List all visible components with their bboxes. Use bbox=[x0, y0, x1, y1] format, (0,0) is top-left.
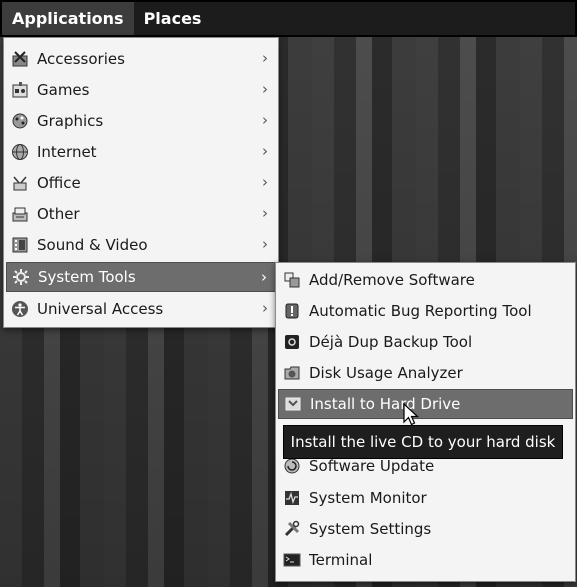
menu-item-label: System Monitor bbox=[309, 489, 427, 507]
menu-item-label: Graphics bbox=[37, 112, 104, 130]
universal-access-icon bbox=[11, 300, 29, 318]
menu-item-system-monitor[interactable]: System Monitor bbox=[278, 483, 573, 513]
menu-item-label: System Settings bbox=[309, 520, 432, 538]
menu-item-label: Déjà Dup Backup Tool bbox=[309, 333, 473, 351]
menu-item-sound-video[interactable]: Sound & Video › bbox=[6, 230, 276, 260]
menu-item-label: Disk Usage Analyzer bbox=[309, 364, 463, 382]
menu-item-label: Universal Access bbox=[37, 300, 164, 318]
mouse-pointer-icon bbox=[403, 402, 421, 427]
menu-item-label: Install to Hard Drive bbox=[310, 395, 461, 413]
menu-item-bug-reporting[interactable]: Automatic Bug Reporting Tool bbox=[278, 296, 573, 326]
office-icon bbox=[11, 174, 29, 192]
menu-item-install-to-hard-drive[interactable]: Install to Hard Drive bbox=[278, 389, 573, 419]
menu-item-other[interactable]: Other › bbox=[6, 199, 276, 229]
menu-item-label: Games bbox=[37, 81, 90, 99]
menu-item-internet[interactable]: Internet › bbox=[6, 137, 276, 167]
submenu-arrow-icon: › bbox=[262, 173, 268, 191]
menu-item-label: System Tools bbox=[38, 268, 136, 286]
menu-item-add-remove-software[interactable]: Add/Remove Software bbox=[278, 265, 573, 295]
internet-icon bbox=[11, 143, 29, 161]
backup-icon bbox=[283, 333, 301, 351]
bug-reporting-icon bbox=[283, 302, 301, 320]
menu-item-graphics[interactable]: Graphics › bbox=[6, 106, 276, 136]
system-tools-icon bbox=[12, 268, 30, 286]
submenu-arrow-icon: › bbox=[261, 268, 267, 286]
submenu-arrow-icon: › bbox=[262, 80, 268, 98]
software-update-icon bbox=[283, 457, 301, 475]
menu-item-label: Sound & Video bbox=[37, 236, 148, 254]
system-monitor-icon bbox=[283, 489, 301, 507]
terminal-icon bbox=[283, 551, 301, 569]
applications-menu: Accessories › Games › Graphics › Interne… bbox=[3, 37, 279, 328]
menu-item-backup[interactable]: Déjà Dup Backup Tool bbox=[278, 327, 573, 357]
applications-menu-button[interactable]: Applications bbox=[2, 2, 134, 35]
menu-item-office[interactable]: Office › bbox=[6, 168, 276, 198]
other-icon bbox=[11, 205, 29, 223]
top-panel: Applications Places bbox=[0, 0, 577, 37]
disk-usage-icon bbox=[283, 364, 301, 382]
menu-item-label: Software Update bbox=[309, 457, 435, 475]
menu-item-label: Automatic Bug Reporting Tool bbox=[309, 302, 532, 320]
menu-item-label: Office bbox=[37, 174, 81, 192]
sound-video-icon bbox=[11, 236, 29, 254]
submenu-arrow-icon: › bbox=[262, 142, 268, 160]
submenu-arrow-icon: › bbox=[262, 299, 268, 317]
menu-item-terminal[interactable]: Terminal bbox=[278, 545, 573, 575]
menu-item-label: Accessories bbox=[37, 50, 125, 68]
install-icon bbox=[284, 395, 302, 413]
menu-item-system-tools[interactable]: System Tools › bbox=[6, 262, 276, 292]
places-menu-button[interactable]: Places bbox=[134, 2, 212, 35]
menu-item-universal-access[interactable]: Universal Access › bbox=[6, 294, 276, 324]
system-settings-icon bbox=[283, 520, 301, 538]
accessories-icon bbox=[11, 50, 29, 68]
menu-item-label: Internet bbox=[37, 143, 97, 161]
games-icon bbox=[11, 81, 29, 99]
menu-item-games[interactable]: Games › bbox=[6, 75, 276, 105]
menu-item-disk-usage[interactable]: Disk Usage Analyzer bbox=[278, 358, 573, 388]
system-tools-submenu: Add/Remove Software Automatic Bug Report… bbox=[275, 262, 576, 582]
add-remove-software-icon bbox=[283, 271, 301, 289]
submenu-arrow-icon: › bbox=[262, 111, 268, 129]
menu-item-label: Other bbox=[37, 205, 80, 223]
submenu-arrow-icon: › bbox=[262, 235, 268, 253]
tooltip: Install the live CD to your hard disk bbox=[283, 425, 563, 459]
menu-item-label: Add/Remove Software bbox=[309, 271, 475, 289]
menu-item-system-settings[interactable]: System Settings bbox=[278, 514, 573, 544]
menu-item-label: Terminal bbox=[309, 551, 373, 569]
menu-item-accessories[interactable]: Accessories › bbox=[6, 44, 276, 74]
tooltip-text: Install the live CD to your hard disk bbox=[290, 433, 556, 451]
submenu-arrow-icon: › bbox=[262, 49, 268, 67]
submenu-arrow-icon: › bbox=[262, 204, 268, 222]
graphics-icon bbox=[11, 112, 29, 130]
